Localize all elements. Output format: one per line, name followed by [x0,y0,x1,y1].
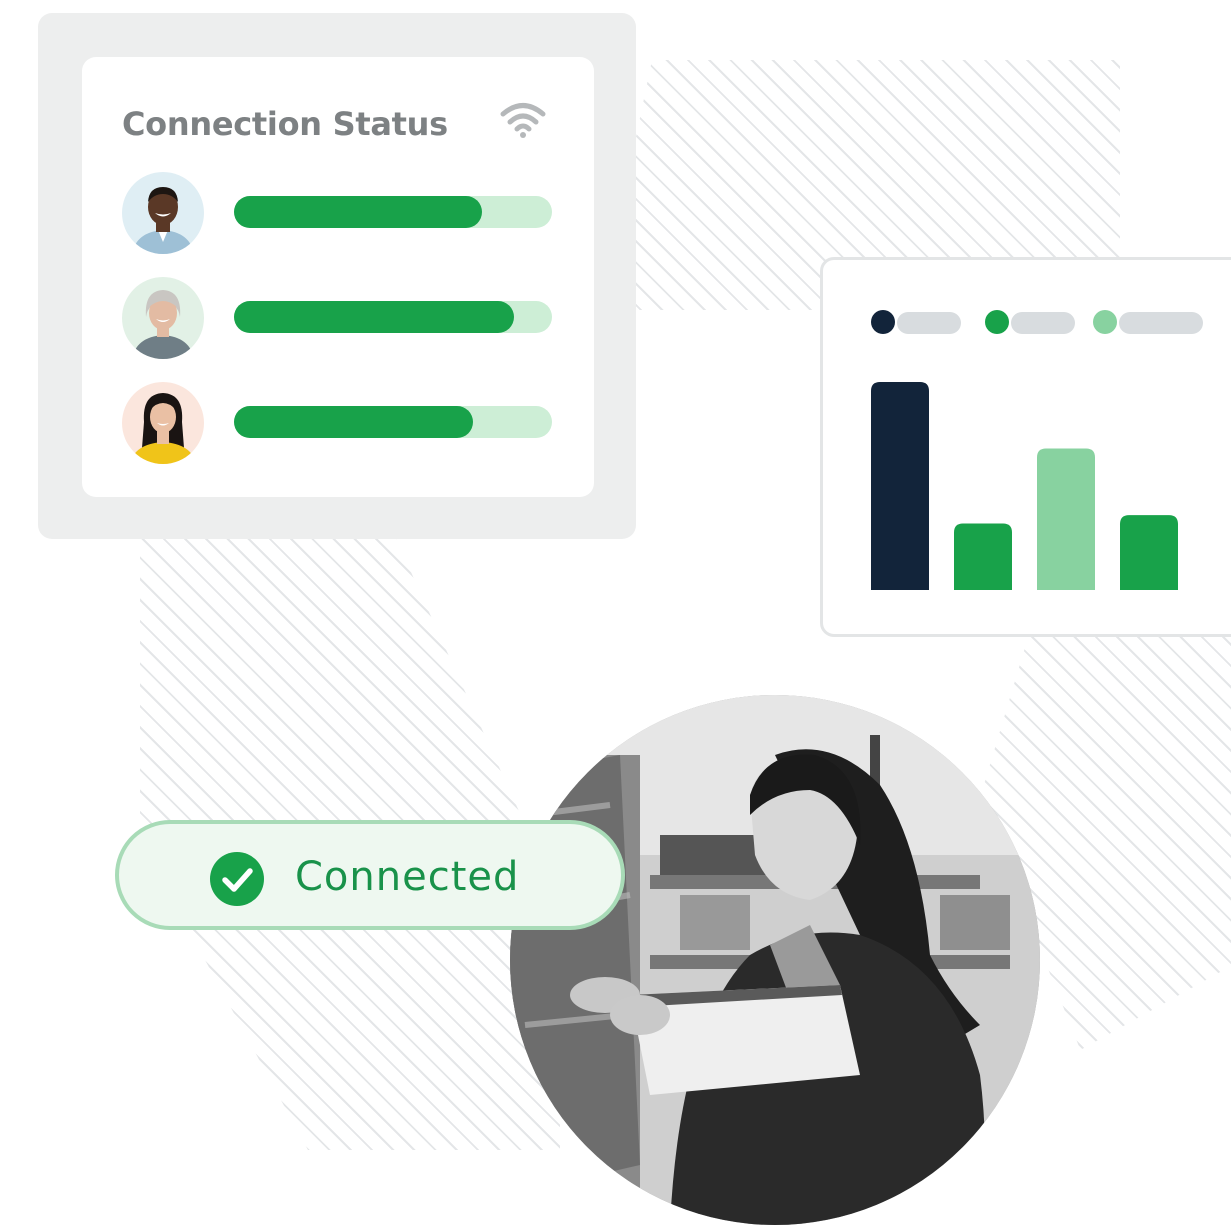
chart-card [820,257,1231,637]
connection-progress-track [234,406,552,438]
user-row [122,382,552,464]
card-title: Connection Status [122,105,448,143]
chart-bar [871,382,929,590]
user-avatar [122,382,204,464]
chart-bar [1120,515,1178,590]
check-circle-icon [210,852,264,906]
chart-bar [1037,448,1095,590]
user-row [122,172,552,254]
chart-bar [954,523,1012,590]
connection-progress-fill [234,196,483,228]
connection-progress-fill [234,301,514,333]
status-label: Connected [295,854,520,900]
user-avatar [122,277,204,359]
connection-progress-track [234,301,552,333]
connection-status-card: Connection Status [82,57,594,497]
bar-chart [871,382,1178,590]
wifi-icon [500,103,546,138]
connection-progress-track [234,196,552,228]
user-row [122,277,552,359]
connection-progress-fill [234,406,473,438]
warehouse-worker-photo [510,695,1040,1225]
user-avatar [122,172,204,254]
connection-status-badge: Connected [115,820,625,930]
